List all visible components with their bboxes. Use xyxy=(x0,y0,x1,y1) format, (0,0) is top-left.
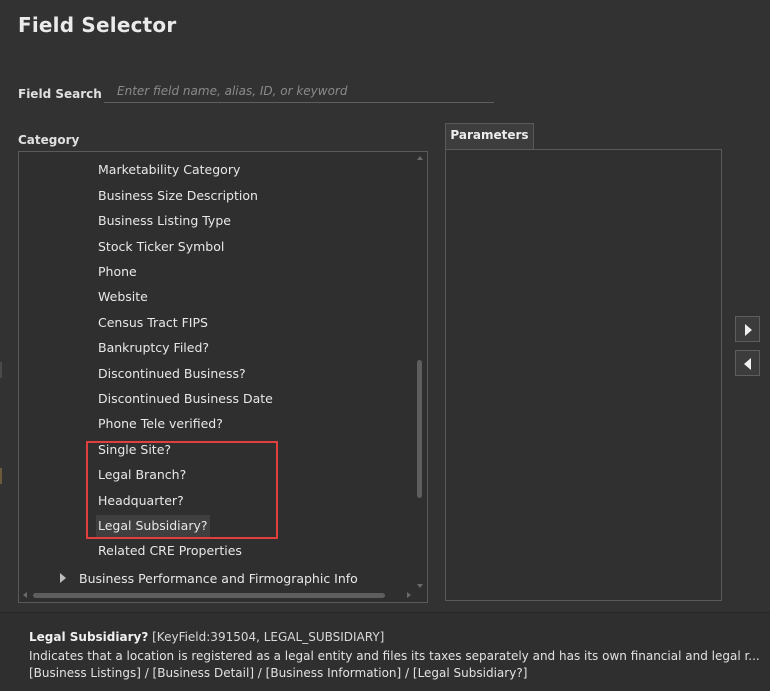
tree-item[interactable]: Marketability Category xyxy=(96,159,242,181)
field-info-description: Indicates that a location is registered … xyxy=(29,649,760,663)
field-info-heading: Legal Subsidiary? [KeyField:391504, LEGA… xyxy=(29,630,384,644)
tree-horizontal-scrollbar[interactable] xyxy=(21,590,413,600)
scroll-left-icon[interactable] xyxy=(23,592,27,598)
tree-item[interactable]: Stock Ticker Symbol xyxy=(96,236,226,258)
tree-item[interactable]: Business Listing Type xyxy=(96,210,233,232)
tab-parameters[interactable]: Parameters xyxy=(445,123,534,149)
tree-item[interactable]: Legal Branch? xyxy=(96,464,188,486)
parameters-panel xyxy=(445,149,722,601)
tree-item[interactable]: Discontinued Business Date xyxy=(96,388,275,410)
field-search-label: Field Search xyxy=(18,87,102,101)
remove-field-button[interactable] xyxy=(735,350,760,376)
scroll-right-icon[interactable] xyxy=(407,592,411,598)
tree-group-business-performance[interactable]: Business Performance and Firmographic In… xyxy=(79,568,358,590)
tree-vertical-scrollbar[interactable] xyxy=(415,154,425,588)
scroll-down-icon[interactable] xyxy=(417,584,423,588)
field-info-footer: Legal Subsidiary? [KeyField:391504, LEGA… xyxy=(0,612,770,691)
tree-item[interactable]: Headquarter? xyxy=(96,490,186,512)
tree-item[interactable]: Single Site? xyxy=(96,439,173,461)
tree-item[interactable]: Phone Tele verified? xyxy=(96,413,225,435)
dialog-title: Field Selector xyxy=(18,13,177,37)
field-info-path: [Business Listings] / [Business Detail] … xyxy=(29,666,528,680)
triangle-right-icon xyxy=(745,324,752,336)
field-search-input[interactable] xyxy=(104,79,494,103)
field-info-name: Legal Subsidiary? xyxy=(29,630,149,644)
window-edge-mark xyxy=(0,362,2,378)
scroll-thumb[interactable] xyxy=(417,360,422,498)
category-label: Category xyxy=(18,133,80,147)
tree-item[interactable]: Bankruptcy Filed? xyxy=(96,337,211,359)
scroll-up-icon[interactable] xyxy=(417,156,423,160)
tree-item[interactable]: Website xyxy=(96,286,150,308)
field-info-key: [KeyField:391504, LEGAL_SUBSIDIARY] xyxy=(152,630,385,644)
tree-item[interactable]: Related CRE Properties xyxy=(96,540,244,562)
tree-item[interactable]: Discontinued Business? xyxy=(96,363,248,385)
category-tree[interactable]: Marketability Category Business Size Des… xyxy=(18,151,428,603)
tree-item[interactable]: Phone xyxy=(96,261,139,283)
add-field-button[interactable] xyxy=(735,316,760,342)
tree-item[interactable]: Business Size Description xyxy=(96,185,260,207)
triangle-left-icon xyxy=(744,358,751,370)
tree-item[interactable]: Census Tract FIPS xyxy=(96,312,210,334)
expand-arrow-icon[interactable] xyxy=(60,573,66,583)
tree-item-selected[interactable]: Legal Subsidiary? xyxy=(96,515,210,537)
window-edge-mark xyxy=(0,468,2,484)
scroll-thumb[interactable] xyxy=(33,593,385,598)
